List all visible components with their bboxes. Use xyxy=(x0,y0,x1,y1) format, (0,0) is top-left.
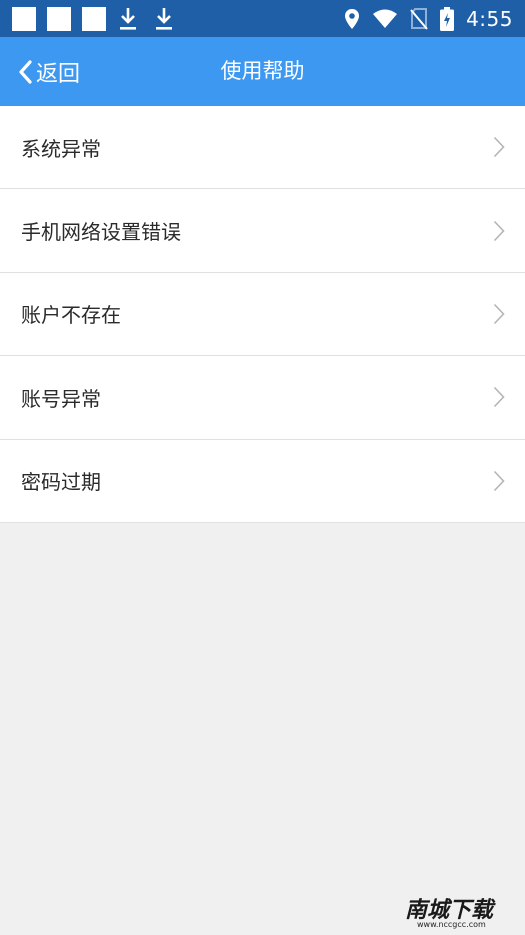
watermark-sub: www.nccgcc.com xyxy=(417,920,486,929)
notification-square-icon xyxy=(47,6,71,31)
no-sim-icon xyxy=(410,7,428,30)
chevron-left-icon xyxy=(19,59,32,84)
status-clock: 4:55 xyxy=(466,6,513,31)
chevron-right-icon xyxy=(493,303,505,325)
battery-charging-icon xyxy=(440,6,455,31)
location-icon xyxy=(345,8,360,29)
chevron-right-icon xyxy=(493,137,505,158)
help-item-network-settings[interactable]: 手机网络设置错误 xyxy=(0,189,525,273)
chevron-right-icon xyxy=(493,387,505,408)
help-item-account-not-exist[interactable]: 账户不存在 xyxy=(0,272,525,357)
help-list: 系统异常 手机网络设置错误 账户不存在 账号异常 密码过期 xyxy=(0,106,525,523)
back-label: 返回 xyxy=(36,61,81,87)
status-bar: 4:55 xyxy=(0,0,525,37)
chevron-right-icon xyxy=(493,470,505,491)
help-item-account-error[interactable]: 账号异常 xyxy=(0,356,525,440)
help-item-label: 账户不存在 xyxy=(21,303,121,328)
title-bar: 返回 使用帮助 xyxy=(0,37,525,106)
download-icon xyxy=(156,7,172,30)
help-item-label: 系统异常 xyxy=(21,136,101,161)
wifi-icon xyxy=(373,9,398,28)
back-button[interactable]: 返回 xyxy=(18,37,80,106)
chevron-right-icon xyxy=(493,220,505,241)
download-icon xyxy=(120,7,136,30)
help-item-label: 手机网络设置错误 xyxy=(21,220,181,245)
status-right: 4:55 xyxy=(332,6,513,31)
help-item-label: 账号异常 xyxy=(21,386,101,411)
screen: 4:55 返回 使用帮助 系统异常 手机网络设置错误 账户不存在 账号异常 密码… xyxy=(0,0,525,935)
help-item-system-error[interactable]: 系统异常 xyxy=(0,106,525,190)
notification-square-icon xyxy=(82,6,106,31)
help-item-label: 密码过期 xyxy=(21,470,101,495)
help-item-password-expired[interactable]: 密码过期 xyxy=(0,439,525,523)
notification-square-icon xyxy=(12,6,36,31)
watermark-logo: 南城下载 www.nccgcc.com xyxy=(405,898,496,929)
